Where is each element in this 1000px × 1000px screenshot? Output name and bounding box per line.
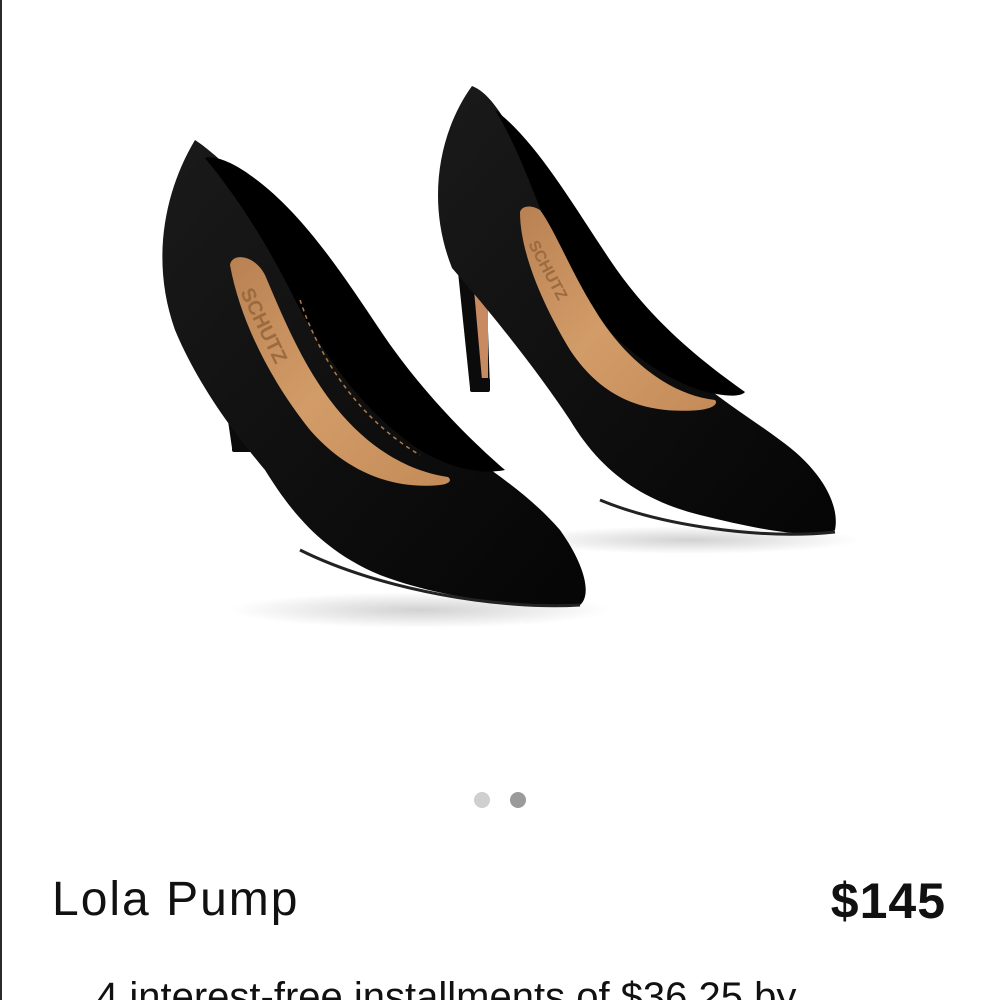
carousel-dot-1[interactable]	[474, 792, 490, 808]
carousel-dot-2[interactable]	[510, 792, 526, 808]
installment-text: 4 interest-free installments of $36.25 b…	[96, 975, 797, 1000]
product-title: Lola Pump	[52, 873, 300, 926]
product-price: $145	[830, 873, 946, 929]
product-image[interactable]: SCHUTZ SCHUTZ	[0, 0, 1000, 760]
product-page: SCHUTZ SCHUTZ Lola Pump $145 4 interest-…	[0, 0, 1000, 1000]
carousel-dots	[0, 792, 1000, 810]
